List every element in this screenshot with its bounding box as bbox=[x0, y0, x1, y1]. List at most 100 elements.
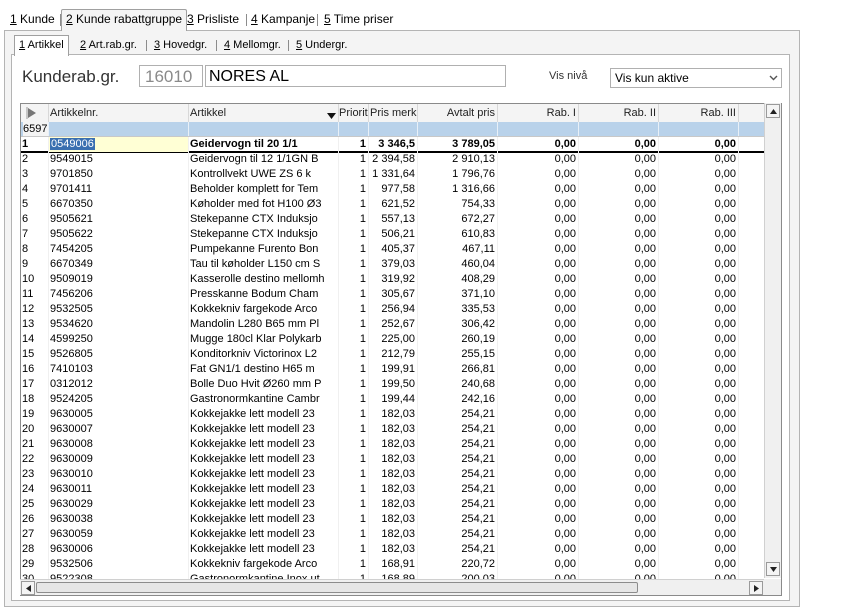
row-number-cell[interactable]: 27 bbox=[21, 527, 49, 542]
pris-merk-cell[interactable]: 405,37 bbox=[369, 242, 418, 257]
rab-1-cell[interactable]: 0,00 bbox=[498, 512, 579, 527]
artikkelnr-cell[interactable]: 9630011 bbox=[49, 482, 189, 497]
artikkelnr-cell[interactable]: 9630007 bbox=[49, 422, 189, 437]
pris-merk-cell[interactable]: 182,03 bbox=[369, 527, 418, 542]
table-row[interactable]: 15 9526805 Konditorkniv Victorinox L2 1 212,… bbox=[21, 347, 765, 362]
prioritet-cell[interactable]: 1 bbox=[339, 152, 369, 167]
rab-3-cell[interactable]: 0,00 bbox=[659, 212, 739, 227]
prioritet-cell[interactable]: 1 bbox=[339, 542, 369, 557]
artikkelnr-cell[interactable]: 0549006 bbox=[49, 137, 189, 152]
rab-3-cell[interactable]: 0,00 bbox=[659, 557, 739, 572]
artikkel-cell[interactable]: Geidervogn til 20 1/1 bbox=[189, 137, 339, 152]
rab-3-cell[interactable]: 0,00 bbox=[659, 362, 739, 377]
rab-3-cell[interactable]: 0,00 bbox=[659, 242, 739, 257]
artikkel-cell[interactable]: Kokkejakke lett modell 23 bbox=[189, 452, 339, 467]
artikkelnr-cell[interactable]: 9630059 bbox=[49, 527, 189, 542]
pris-merk-cell[interactable]: 199,91 bbox=[369, 362, 418, 377]
rab-3-cell[interactable]: 0,00 bbox=[659, 137, 739, 152]
table-row[interactable]: 20 9630007 Kokkejakke lett modell 23 1 182,0… bbox=[21, 422, 765, 437]
pris-merk-cell[interactable]: 182,03 bbox=[369, 497, 418, 512]
tab-kampanje[interactable]: 4 Kampanje bbox=[247, 10, 319, 29]
row-number-cell[interactable]: 3 bbox=[21, 167, 49, 182]
table-row[interactable]: 2 9549015 Geidervogn til 12 1/1GN B12 394,… bbox=[21, 152, 765, 167]
artikkelnr-cell[interactable]: 6670350 bbox=[49, 197, 189, 212]
rab-3-cell[interactable]: 0,00 bbox=[659, 317, 739, 332]
prioritet-cell[interactable]: 1 bbox=[339, 197, 369, 212]
prioritet-cell[interactable]: 1 bbox=[339, 287, 369, 302]
avtalt-pris-cell[interactable]: 3 789,05 bbox=[418, 137, 498, 152]
artikkel-cell[interactable]: Fat GN1/1 destino H65 m bbox=[189, 362, 339, 377]
prioritet-cell[interactable]: 1 bbox=[339, 317, 369, 332]
table-row[interactable]: 26 9630038 Kokkejakke lett modell 23 1 182,0… bbox=[21, 512, 765, 527]
avtalt-pris-cell[interactable]: 1 796,76 bbox=[418, 167, 498, 182]
horizontal-scrollbar[interactable] bbox=[20, 579, 764, 595]
rab-2-cell[interactable]: 0,00 bbox=[579, 392, 659, 407]
rab-1-cell[interactable]: 0,00 bbox=[498, 167, 579, 182]
pris-merk-cell[interactable]: 977,58 bbox=[369, 182, 418, 197]
horizontal-scroll-thumb[interactable] bbox=[36, 582, 638, 593]
artikkelnr-cell[interactable]: 7454205 bbox=[49, 242, 189, 257]
rab-3-cell[interactable]: 0,00 bbox=[659, 152, 739, 167]
pris-merk-cell[interactable]: 3 346,5 bbox=[369, 137, 418, 152]
scroll-left-icon[interactable] bbox=[21, 581, 35, 595]
table-row-selected[interactable]: 1 0549006 Geidervogn til 20 1/1 1 3 346,5 3 7… bbox=[21, 137, 765, 153]
tab-time-priser[interactable]: 5 Time priser bbox=[320, 10, 397, 29]
rab-1-cell[interactable]: 0,00 bbox=[498, 452, 579, 467]
pris-merk-cell[interactable]: 182,03 bbox=[369, 542, 418, 557]
pris-merk-cell[interactable]: 182,03 bbox=[369, 452, 418, 467]
rab-2-cell[interactable]: 0,00 bbox=[579, 137, 659, 152]
filter-cell[interactable] bbox=[339, 122, 369, 136]
prioritet-cell[interactable]: 1 bbox=[339, 377, 369, 392]
artikkel-cell[interactable]: Stekepanne CTX Induksjo bbox=[189, 212, 339, 227]
rab-1-cell[interactable]: 0,00 bbox=[498, 467, 579, 482]
group-name-field[interactable]: NORES AL bbox=[205, 65, 506, 87]
artikkelnr-cell[interactable]: 9701411 bbox=[49, 182, 189, 197]
pris-merk-cell[interactable]: 182,03 bbox=[369, 437, 418, 452]
prioritet-cell[interactable]: 1 bbox=[339, 512, 369, 527]
rab-1-cell[interactable]: 0,00 bbox=[498, 227, 579, 242]
pris-merk-cell[interactable]: 212,79 bbox=[369, 347, 418, 362]
rab-1-cell[interactable]: 0,00 bbox=[498, 362, 579, 377]
artikkel-cell[interactable]: Kokkekniv fargekode Arco bbox=[189, 557, 339, 572]
rab-1-cell[interactable]: 0,00 bbox=[498, 347, 579, 362]
artikkelnr-cell[interactable]: 9505622 bbox=[49, 227, 189, 242]
pris-merk-cell[interactable]: 225,00 bbox=[369, 332, 418, 347]
artikkel-cell[interactable]: Beholder komplett for Tem bbox=[189, 182, 339, 197]
prioritet-cell[interactable]: 1 bbox=[339, 452, 369, 467]
rab-2-cell[interactable]: 0,00 bbox=[579, 182, 659, 197]
rab-2-cell[interactable]: 0,00 bbox=[579, 527, 659, 542]
table-row[interactable]: 4 9701411 Beholder komplett for Tem 1 977,58… bbox=[21, 182, 765, 197]
col-header-rab-3[interactable]: Rab. III bbox=[659, 104, 739, 122]
artikkel-cell[interactable]: Stekepanne CTX Induksjo bbox=[189, 227, 339, 242]
artikkel-cell[interactable]: Kokkejakke lett modell 23 bbox=[189, 437, 339, 452]
rab-3-cell[interactable]: 0,00 bbox=[659, 437, 739, 452]
subtab-artikkel[interactable]: 1 Artikkel bbox=[14, 35, 69, 56]
artikkelnr-cell[interactable]: 9630038 bbox=[49, 512, 189, 527]
row-number-cell[interactable]: 14 bbox=[21, 332, 49, 347]
scroll-down-icon[interactable] bbox=[766, 562, 780, 576]
table-row[interactable]: 24 9630011 Kokkejakke lett modell 23 1 182,0… bbox=[21, 482, 765, 497]
row-number-cell[interactable]: 5 bbox=[21, 197, 49, 212]
rab-1-cell[interactable]: 0,00 bbox=[498, 152, 579, 167]
prioritet-cell[interactable]: 1 bbox=[339, 347, 369, 362]
artikkel-cell[interactable]: Kokkejakke lett modell 23 bbox=[189, 542, 339, 557]
avtalt-pris-cell[interactable]: 610,83 bbox=[418, 227, 498, 242]
pris-merk-cell[interactable]: 199,44 bbox=[369, 392, 418, 407]
rab-3-cell[interactable]: 0,00 bbox=[659, 287, 739, 302]
row-number-cell[interactable]: 13 bbox=[21, 317, 49, 332]
prioritet-cell[interactable]: 1 bbox=[339, 422, 369, 437]
prioritet-cell[interactable]: 1 bbox=[339, 242, 369, 257]
rab-2-cell[interactable]: 0,00 bbox=[579, 212, 659, 227]
rab-2-cell[interactable]: 0,00 bbox=[579, 242, 659, 257]
rab-3-cell[interactable]: 0,00 bbox=[659, 272, 739, 287]
rab-2-cell[interactable]: 0,00 bbox=[579, 362, 659, 377]
avtalt-pris-cell[interactable]: 266,81 bbox=[418, 362, 498, 377]
rab-2-cell[interactable]: 0,00 bbox=[579, 317, 659, 332]
rab-2-cell[interactable]: 0,00 bbox=[579, 407, 659, 422]
rab-2-cell[interactable]: 0,00 bbox=[579, 272, 659, 287]
artikkel-cell[interactable]: Kontrollvekt UWE ZS 6 k bbox=[189, 167, 339, 182]
row-number-cell[interactable]: 20 bbox=[21, 422, 49, 437]
prioritet-cell[interactable]: 1 bbox=[339, 212, 369, 227]
row-number-cell[interactable]: 17 bbox=[21, 377, 49, 392]
rab-2-cell[interactable]: 0,00 bbox=[579, 542, 659, 557]
